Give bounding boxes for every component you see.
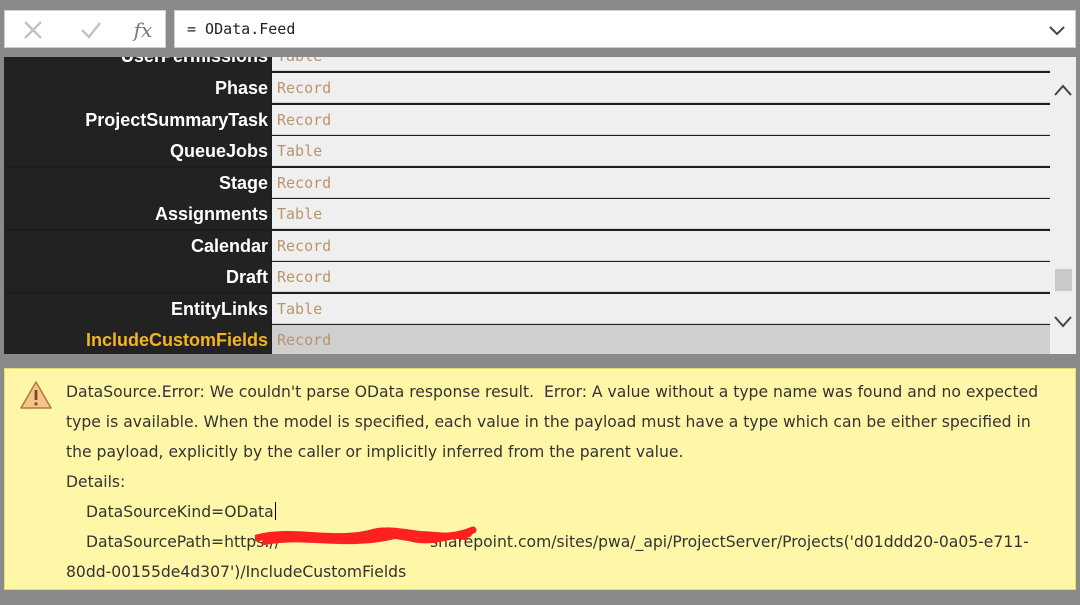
- record-row[interactable]: Phase Record: [4, 73, 1050, 103]
- record-row[interactable]: Assignments Table: [4, 199, 1050, 229]
- formula-bar: fx = OData.Feed: [0, 0, 1080, 57]
- record-key: Phase: [4, 73, 271, 103]
- record-value-link[interactable]: Table: [272, 294, 1050, 324]
- record-value-link[interactable]: Table: [272, 199, 1050, 229]
- record-row-selected[interactable]: IncludeCustomFields Record: [4, 325, 1050, 354]
- record-row[interactable]: QueueJobs Table: [4, 136, 1050, 166]
- redaction-scribble: [255, 526, 477, 545]
- scroll-up-icon[interactable]: [1050, 77, 1076, 103]
- record-key: Assignments: [4, 199, 271, 229]
- record-value-link[interactable]: Record: [272, 168, 1050, 198]
- error-line: type is available. When the model is spe…: [66, 413, 1031, 431]
- warning-icon: [19, 380, 53, 410]
- record-value-link[interactable]: Record: [272, 262, 1050, 292]
- path-end: sharepoint.com/sites/pwa/_api/ProjectSer…: [430, 533, 1029, 551]
- datasource-path-line2: 80dd-00155de4d307')/IncludeCustomFields: [66, 563, 407, 581]
- record-value-link[interactable]: Table: [272, 136, 1050, 166]
- checkmark-icon[interactable]: [71, 15, 111, 45]
- record-row[interactable]: UserPermissions Table: [4, 57, 1050, 71]
- record-value-link[interactable]: Record: [272, 105, 1050, 135]
- formula-buttons: fx: [4, 10, 166, 48]
- record-row[interactable]: EntityLinks Table: [4, 294, 1050, 324]
- record-row[interactable]: Stage Record: [4, 168, 1050, 198]
- error-panel: DataSource.Error: We couldn't parse ODat…: [4, 368, 1076, 590]
- divider: [0, 354, 1080, 368]
- path-start: DataSourcePath=https://: [86, 533, 281, 551]
- record-key: ProjectSummaryTask: [4, 105, 271, 135]
- error-message: DataSource.Error: We couldn't parse ODat…: [66, 377, 1066, 587]
- record-key: Calendar: [4, 231, 271, 261]
- record-value-link[interactable]: Record: [272, 231, 1050, 261]
- details-label: Details:: [66, 473, 126, 491]
- datasource-kind-text: DataSourceKind=OData: [86, 503, 274, 521]
- text-caret: [274, 502, 276, 520]
- record-row[interactable]: ProjectSummaryTask Record: [4, 105, 1050, 135]
- record-key: Stage: [4, 168, 271, 198]
- datasource-kind-line[interactable]: DataSourceKind=OData: [66, 497, 1066, 527]
- record-row[interactable]: Draft Record: [4, 262, 1050, 292]
- record-key: QueueJobs: [4, 136, 271, 166]
- record-value-link[interactable]: Table: [272, 57, 1050, 71]
- record-key: IncludeCustomFields: [4, 325, 271, 354]
- record-key: EntityLinks: [4, 294, 271, 324]
- scroll-down-icon[interactable]: [1050, 308, 1076, 334]
- record-key: UserPermissions: [4, 57, 271, 71]
- scroll-thumb[interactable]: [1055, 269, 1072, 291]
- vertical-scrollbar[interactable]: [1050, 57, 1076, 354]
- datasource-path-line: DataSourcePath=https:// sharepoint.com/si…: [66, 527, 1066, 557]
- bottom-border: [0, 590, 1080, 605]
- formula-input[interactable]: = OData.Feed: [174, 10, 1076, 48]
- record-key: Draft: [4, 262, 271, 292]
- record-value-link[interactable]: Record: [272, 73, 1050, 103]
- record-row[interactable]: Calendar Record: [4, 231, 1050, 261]
- cancel-icon[interactable]: [13, 15, 53, 45]
- chevron-down-icon[interactable]: [1047, 20, 1067, 40]
- record-grid: UserPermissions Table Phase Record Proje…: [4, 57, 1076, 354]
- fx-button[interactable]: fx: [123, 15, 163, 45]
- formula-text: = OData.Feed: [187, 20, 296, 38]
- error-line: DataSource.Error: We couldn't parse ODat…: [66, 383, 1039, 401]
- error-line: the payload, explicitly by the caller or…: [66, 443, 684, 461]
- record-value-link[interactable]: Record: [272, 325, 1050, 354]
